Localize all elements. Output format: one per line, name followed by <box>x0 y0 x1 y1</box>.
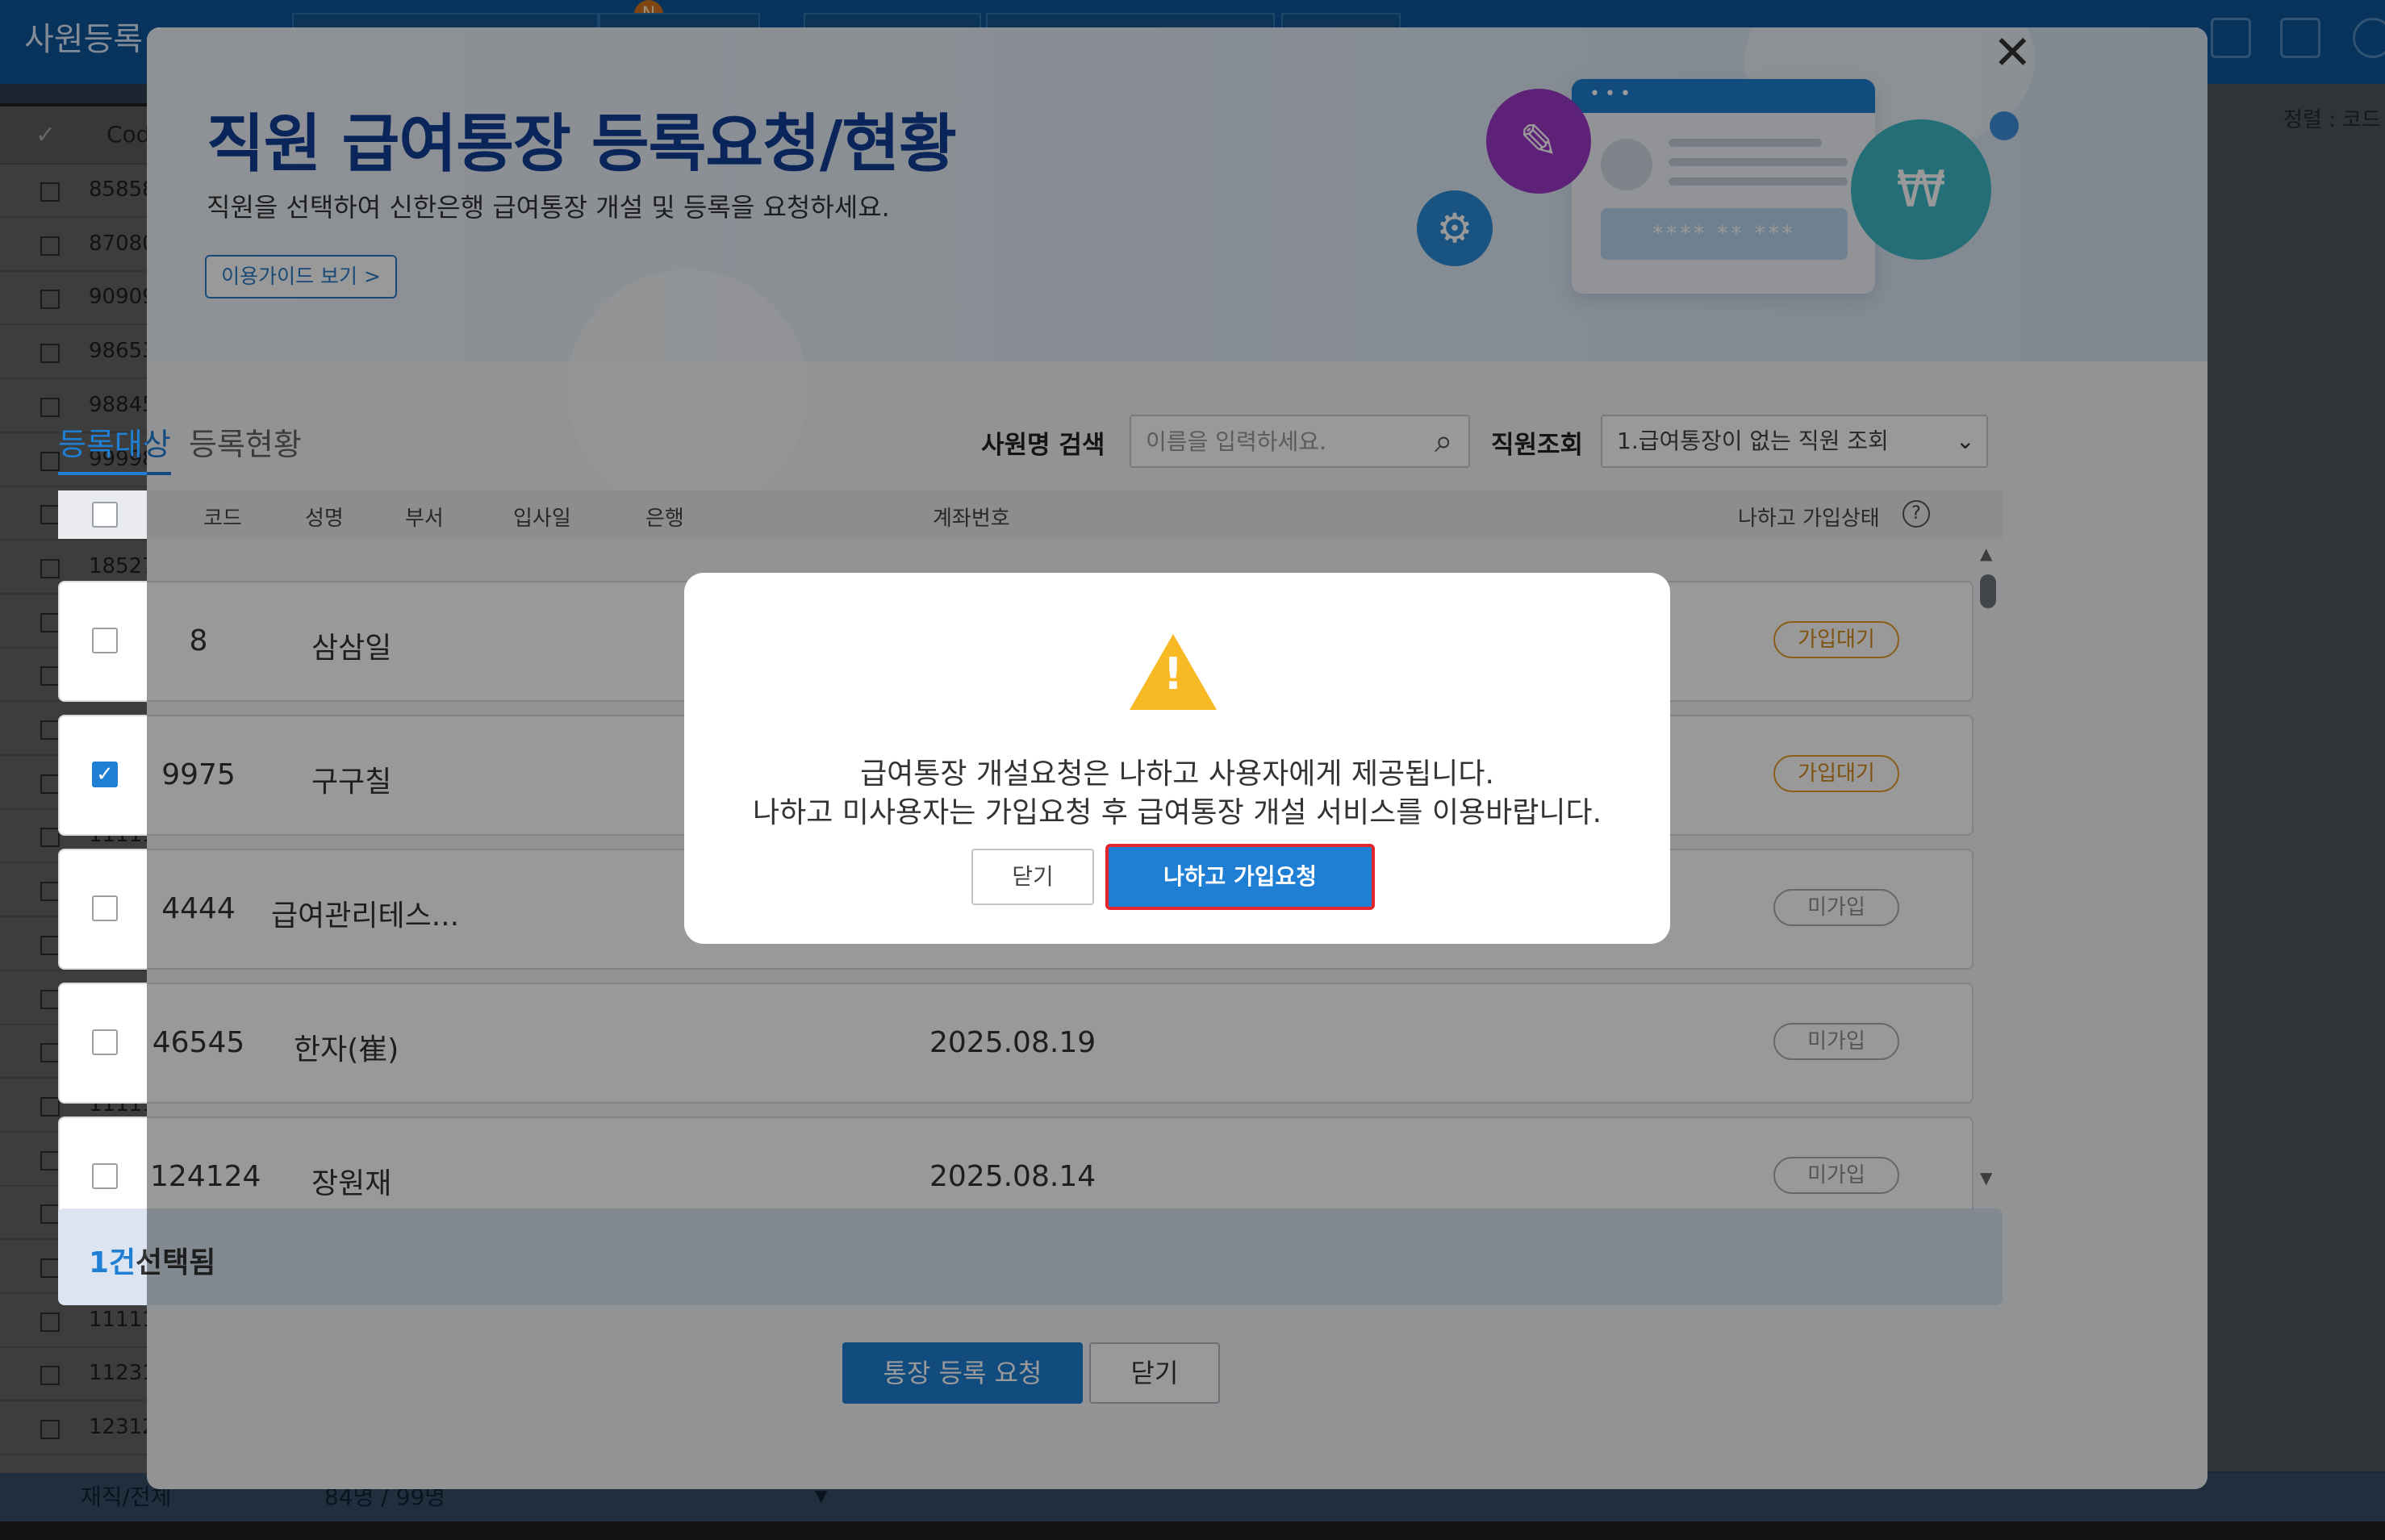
row-checkbox[interactable] <box>92 895 118 921</box>
row-checkbox[interactable]: ✓ <box>92 762 118 787</box>
row-checkbox[interactable] <box>92 628 118 653</box>
select-all-checkbox[interactable] <box>92 502 118 528</box>
alert-message-line1: 급여통장 개설요청은 나하고 사용자에게 제공됩니다. <box>860 757 1494 791</box>
warning-exclamation: ! <box>1163 649 1184 699</box>
selected-count: 1건 <box>89 1246 136 1279</box>
alert-close-button[interactable]: 닫기 <box>971 849 1094 905</box>
alert-message-line2: 나하고 미사용자는 가입요청 후 급여통장 개설 서비스를 이용바랍니다. <box>752 796 1602 829</box>
nahago-join-request-button[interactable]: 나하고 가입요청 <box>1105 844 1375 910</box>
row-checkbox[interactable] <box>92 1029 118 1055</box>
row-checkbox[interactable] <box>92 1163 118 1189</box>
